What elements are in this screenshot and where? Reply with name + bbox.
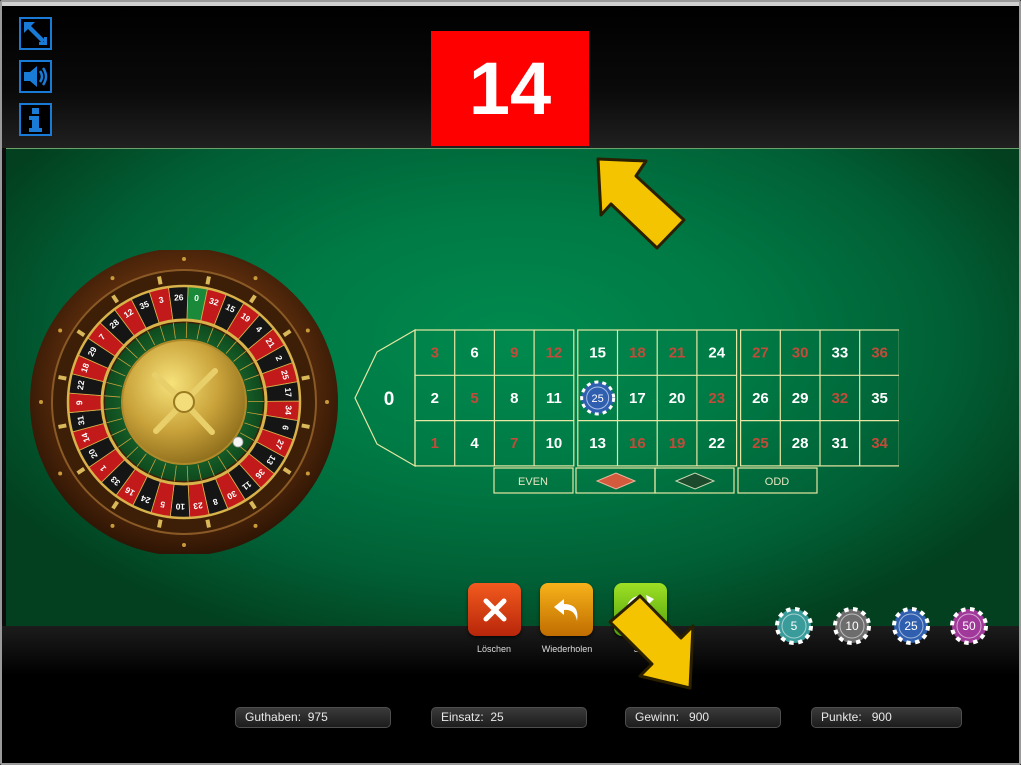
number-label: 23 <box>708 390 725 407</box>
number-label: 20 <box>669 390 686 407</box>
wheel-pocket <box>67 392 103 414</box>
number-label: 6 <box>470 345 478 362</box>
win-label: Gewinn: <box>635 710 680 724</box>
number-label: 31 <box>832 435 849 452</box>
wheel-pocket-number: 9 <box>74 400 84 405</box>
number-label: 21 <box>669 345 686 362</box>
black-diamond-icon <box>674 472 716 490</box>
number-label: 26 <box>752 390 769 407</box>
roulette-wheel: 0 32 1519421225173462713361130823105241633… <box>30 250 338 554</box>
placed-chip-value: 25 <box>592 393 604 405</box>
even-label: EVEN <box>518 476 548 488</box>
number-label: 1 <box>431 435 439 452</box>
number-label: 9 <box>510 345 518 362</box>
stake-label: Einsatz: <box>441 710 484 724</box>
number-label: 2 <box>431 390 439 407</box>
wheel-pocket-number: 17 <box>283 387 294 398</box>
number-label: 15 <box>589 345 606 362</box>
number-label: 27 <box>752 345 769 362</box>
stake-value: 25 <box>490 710 504 724</box>
points-value: 900 <box>871 710 892 724</box>
start-button-label: Start <box>633 644 653 654</box>
chip-icon: 50 <box>950 607 988 645</box>
number-label: 8 <box>510 390 518 407</box>
number-label: 18 <box>629 345 646 362</box>
chip-10[interactable]: 10 <box>833 607 871 645</box>
wheel-pocket-number: 10 <box>175 502 185 512</box>
undo-icon <box>553 598 577 621</box>
result-number-display: 14 <box>431 31 589 146</box>
info-button[interactable] <box>19 103 52 136</box>
win-value: 900 <box>689 710 710 724</box>
chip-icon: 5 <box>775 607 813 645</box>
wheel-pocket-number: 26 <box>174 292 184 302</box>
info-icon <box>29 108 42 132</box>
stake-display: Einsatz: 25 <box>431 707 587 728</box>
chip-value: 10 <box>845 619 859 633</box>
number-label: 34 <box>871 435 888 452</box>
close-icon <box>483 598 506 621</box>
number-label: 3 <box>431 345 439 362</box>
number-label: 19 <box>669 435 686 452</box>
chip-icon: 10 <box>833 607 871 645</box>
number-label: 33 <box>832 345 849 362</box>
points-display: Punkte: 900 <box>811 707 962 728</box>
roulette-ball <box>232 436 244 448</box>
fullscreen-icon <box>24 22 47 45</box>
spin-icon <box>626 594 655 624</box>
wheel-pocket-number: 22 <box>75 379 86 390</box>
number-label: 4 <box>470 435 479 452</box>
number-label: 30 <box>792 345 809 362</box>
chip-value: 5 <box>791 619 798 633</box>
sound-button[interactable] <box>19 60 52 93</box>
balance-display: Guthaben: 975 <box>235 707 391 728</box>
number-label: 10 <box>546 435 563 452</box>
number-label: 11 <box>546 390 562 407</box>
clear-button[interactable] <box>468 583 521 636</box>
points-label: Punkte: <box>821 710 862 724</box>
clear-button-label: Löschen <box>476 644 512 654</box>
repeat-button-label: Wiederholen <box>541 644 593 654</box>
chip-icon: 25 <box>892 607 930 645</box>
number-label: 32 <box>832 390 849 407</box>
balance-value: 975 <box>307 710 328 724</box>
number-label: 12 <box>546 345 563 362</box>
number-label: 17 <box>629 390 646 407</box>
number-label: 7 <box>510 435 518 452</box>
number-label: 22 <box>708 435 725 452</box>
wheel-pocket-number: 23 <box>192 500 203 511</box>
number-label: 13 <box>589 435 606 452</box>
betting-table: 0 36912151821242730333625811141720232629… <box>354 328 899 494</box>
odd-label: ODD <box>765 476 790 488</box>
fullscreen-button[interactable] <box>19 17 52 50</box>
chip-25[interactable]: 25 <box>892 607 930 645</box>
number-label: 28 <box>792 435 809 452</box>
red-diamond-icon <box>595 472 637 490</box>
wheel-pocket-number: 34 <box>283 405 294 415</box>
start-button[interactable] <box>614 583 667 636</box>
sound-icon <box>24 66 48 87</box>
balance-label: Guthaben: <box>245 710 302 724</box>
number-label: 16 <box>629 435 646 452</box>
number-label: 25 <box>752 435 769 452</box>
chip-value: 50 <box>962 619 976 633</box>
win-display: Gewinn: 900 <box>625 707 781 728</box>
placed-chip[interactable]: 25 <box>580 380 616 416</box>
zero-label: 0 <box>384 389 395 410</box>
number-label: 29 <box>792 390 809 407</box>
number-label: 35 <box>871 390 888 407</box>
number-label: 5 <box>470 390 478 407</box>
number-label: 36 <box>871 345 888 362</box>
number-label: 24 <box>708 345 725 362</box>
repeat-button[interactable] <box>540 583 593 636</box>
outside-bets: EVEN ODD <box>493 467 818 494</box>
chip-50[interactable]: 50 <box>950 607 988 645</box>
chip-5[interactable]: 5 <box>775 607 813 645</box>
chip-value: 25 <box>904 619 918 633</box>
